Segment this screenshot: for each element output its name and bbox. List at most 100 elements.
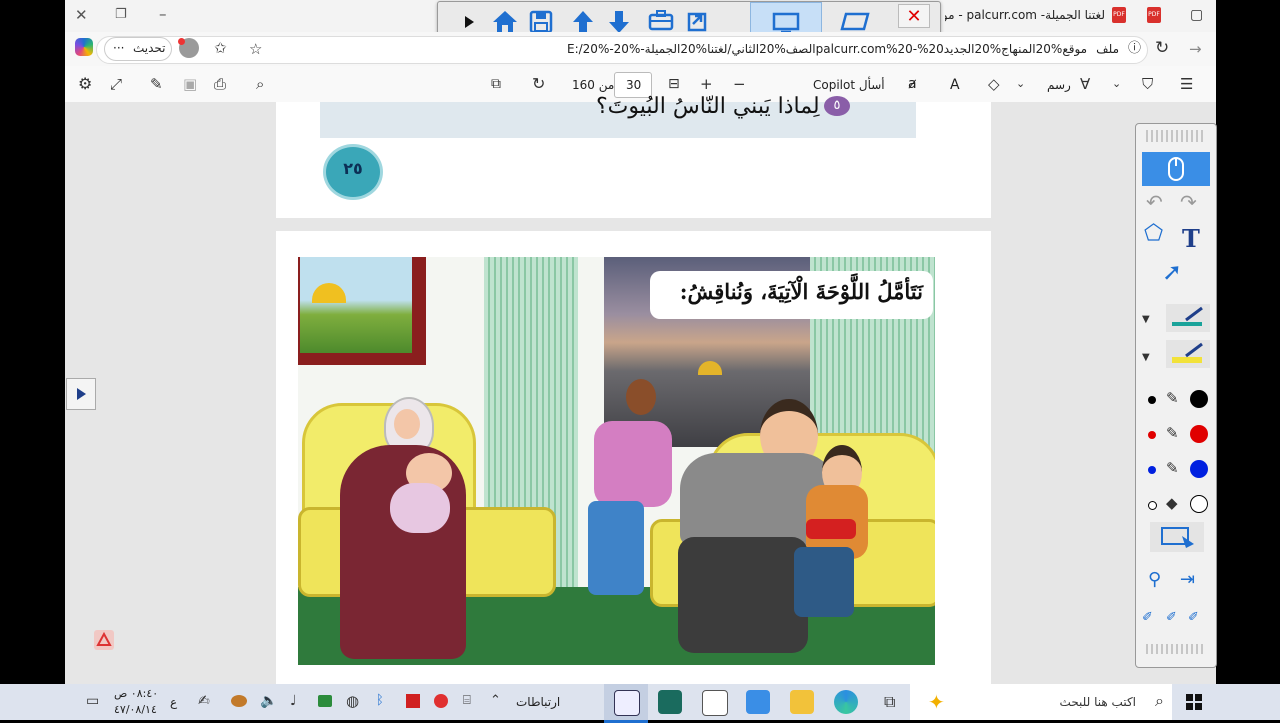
girl-shirt (594, 421, 672, 507)
blue-small-dot[interactable] (1148, 466, 1156, 474)
minimize-window-icon[interactable]: – (159, 4, 167, 24)
mouse-mode-button[interactable] (1142, 152, 1210, 186)
usb-icon[interactable]: ⌸ (463, 691, 471, 711)
store-icon[interactable] (746, 690, 770, 714)
copilot-icon[interactable] (75, 38, 93, 56)
shapes-icon[interactable]: ⬠ (1144, 223, 1163, 245)
monitor-icon (772, 12, 800, 34)
print-icon[interactable]: ⎙ (214, 74, 226, 94)
red-pen-icon[interactable]: ✎ (1166, 423, 1179, 443)
gpu-icon[interactable] (318, 695, 332, 707)
red-small-dot[interactable] (1148, 431, 1156, 439)
page-current: 30 (626, 78, 642, 92)
add-favorite-icon[interactable]: ✩ (214, 38, 227, 58)
taskbar-search-box[interactable]: ⌕ اكتب هنا للبحث ✦ (910, 684, 1172, 720)
laser-pointer-icon[interactable]: ⚲ (1148, 570, 1161, 590)
app-icon[interactable] (658, 690, 682, 714)
file-explorer-icon[interactable] (790, 690, 814, 714)
edge-browser-icon[interactable] (834, 690, 858, 714)
info-icon[interactable]: ⓘ (1128, 39, 1141, 59)
clock-time[interactable]: ٠٨:٤٠ ص (114, 687, 158, 700)
pointer-arrow-icon[interactable]: ➚ (1162, 260, 1182, 284)
translate-icon[interactable]: ⱥ (908, 76, 917, 92)
rotate-icon[interactable]: ↻ (532, 74, 545, 94)
screen-pen-icon (1161, 527, 1194, 548)
draw-label[interactable]: رسم (1047, 78, 1071, 92)
screen-capture-button[interactable] (1150, 522, 1204, 552)
address-field[interactable]: ⓘ ملف E:/20%-الصف%20الثاني/لغتنا%20الجمي… (96, 36, 1148, 64)
close-window-icon[interactable]: ✕ (75, 5, 88, 25)
tray-expand-icon[interactable]: ⌃ (490, 691, 501, 711)
contents-icon[interactable]: ☰ (1180, 74, 1193, 94)
blue-pen-icon[interactable]: ✎ (1166, 458, 1179, 478)
links-label[interactable]: ارتباطات (516, 695, 560, 709)
black-small-dot[interactable] (1148, 396, 1156, 404)
clock-date[interactable]: ٤٧/٠٨/١٤ (114, 703, 157, 716)
pen-dropdown-icon[interactable]: ▼ (1142, 310, 1150, 330)
tab-title[interactable]: لغتنا الجميلة- palcurr.com - موقع (945, 8, 1105, 22)
settings-gear-icon[interactable]: ⚙ (78, 74, 92, 94)
restore-window-icon[interactable]: ❐ (115, 5, 127, 25)
favorite-star-icon[interactable]: ☆ (249, 39, 262, 59)
bluetooth-icon[interactable]: ᛒ (376, 691, 384, 711)
refresh-icon[interactable]: ↻ (1155, 38, 1169, 58)
highlight-icon[interactable]: ⛉ (1142, 74, 1153, 94)
network-globe-icon[interactable]: ◍ (346, 691, 359, 711)
grip-handle[interactable] (1146, 130, 1206, 142)
grip-handle-bottom[interactable] (1146, 644, 1206, 654)
eraser-icon[interactable]: ◇ (988, 74, 1000, 94)
save-disabled-icon: ▣ (183, 75, 198, 93)
read-aloud-icon[interactable]: A (950, 77, 960, 93)
text-tool-icon[interactable]: T (1182, 224, 1200, 253)
blue-color-swatch[interactable] (1190, 460, 1208, 478)
active-app-button[interactable] (604, 684, 648, 723)
mouse-pen-1-icon[interactable]: ✐ (1142, 608, 1153, 628)
security-icon[interactable] (406, 694, 420, 708)
mail-icon[interactable] (702, 690, 728, 716)
fullscreen-icon[interactable]: ⤢ (110, 74, 122, 94)
insert-icon[interactable]: ⇥ (1180, 570, 1195, 590)
search-icon[interactable]: ⌕ (256, 74, 264, 94)
record-icon[interactable] (434, 694, 448, 708)
undo-icon[interactable]: ↶ (1146, 192, 1163, 212)
black-pen-icon[interactable]: ✎ (1166, 388, 1179, 408)
black-color-swatch[interactable] (1190, 390, 1208, 408)
fit-width-icon[interactable]: ⊟ (668, 74, 680, 94)
zoom-in-icon[interactable]: + (700, 74, 713, 94)
microphone-icon[interactable]: ♩ (290, 691, 297, 711)
yellow-highlighter-button[interactable] (1166, 340, 1210, 368)
redo-icon[interactable]: ↷ (1180, 192, 1197, 212)
side-panel-toggle[interactable] (66, 378, 96, 410)
draw-icon[interactable]: ∀ (1080, 74, 1090, 94)
eraser-tool-icon[interactable]: ◆ (1166, 493, 1178, 513)
highlighter-dropdown-icon[interactable]: ▼ (1142, 348, 1150, 368)
highlight-dropdown-icon[interactable]: ⌄ (1112, 74, 1121, 94)
update-button[interactable]: ··· تحديث (104, 37, 172, 61)
mouse-pen-2-icon[interactable]: ✐ (1166, 608, 1177, 628)
back-icon[interactable]: → (1189, 39, 1202, 59)
language-indicator[interactable]: ع (170, 695, 177, 709)
ask-copilot-button[interactable]: Copilot أسأل (813, 78, 885, 92)
windows-start-button[interactable] (1186, 694, 1202, 710)
close-toolbar-button[interactable]: ✕ (898, 4, 930, 28)
page-view-icon[interactable]: ⧉ (491, 74, 501, 94)
pen-workspace-icon[interactable]: ✍ (198, 691, 210, 711)
tab-actions-icon[interactable]: ▢ (1190, 5, 1203, 25)
url-text[interactable]: E:/20%-الصف%20الثاني/لغتنا%20الجميلة-%20… (567, 42, 1087, 56)
zoom-out-icon[interactable]: − (733, 74, 746, 94)
white-color-swatch[interactable] (1190, 495, 1208, 513)
acrobat-icon[interactable] (94, 630, 114, 650)
mouse-pen-3-icon[interactable]: ✐ (1188, 608, 1199, 628)
draw-dropdown-icon[interactable]: ⌄ (1016, 74, 1025, 94)
weather-icon[interactable] (231, 695, 247, 707)
white-small-dot[interactable] (1148, 501, 1157, 510)
volume-icon[interactable]: 🔈 (260, 691, 277, 711)
notifications-icon[interactable]: ▭ (86, 691, 99, 711)
red-color-swatch[interactable] (1190, 425, 1208, 443)
pdf-tab-icon-2: PDF (1147, 7, 1161, 23)
task-view-icon[interactable]: ⧉ (884, 692, 895, 712)
girl-hair (626, 379, 656, 415)
save-as-icon[interactable]: ✎ (150, 74, 163, 94)
green-highlighter-button[interactable] (1166, 304, 1210, 332)
play-right-icon (77, 388, 86, 400)
